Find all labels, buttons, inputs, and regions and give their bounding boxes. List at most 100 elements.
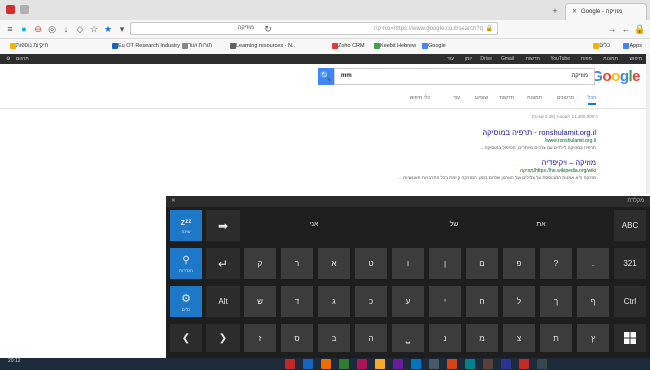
letter-key[interactable]: ט bbox=[355, 248, 387, 279]
gbar-item[interactable]: מפות bbox=[581, 54, 592, 64]
gbar-item[interactable]: חיפוש bbox=[630, 54, 643, 64]
letter-key[interactable]: פ bbox=[503, 248, 535, 279]
letter-key[interactable]: א bbox=[318, 248, 350, 279]
profile-icon[interactable] bbox=[6, 5, 15, 14]
letter-key[interactable]: נ bbox=[429, 324, 461, 352]
taskbar-app-icon[interactable] bbox=[339, 359, 349, 369]
bookmark-item[interactable]: כלים bbox=[591, 42, 610, 51]
letter-key[interactable]: ה bbox=[355, 324, 387, 352]
letter-key[interactable]: ץ bbox=[577, 324, 609, 352]
letter-key[interactable]: ם bbox=[466, 248, 498, 279]
reload-icon[interactable]: ↻ bbox=[262, 23, 274, 35]
gbar-translate[interactable]: תרגום bbox=[16, 54, 29, 64]
gbar-item[interactable]: עוד bbox=[447, 54, 454, 64]
bookmark-star-icon[interactable]: ★ bbox=[102, 23, 114, 35]
settings-icon[interactable]: ⚙ bbox=[6, 54, 10, 64]
letter-key[interactable]: ק bbox=[244, 248, 276, 279]
bookmark-item[interactable]: Learning resources - N.. bbox=[228, 42, 295, 51]
bookmark-item[interactable]: Google bbox=[420, 42, 446, 51]
taskbar-app-icon[interactable] bbox=[357, 359, 367, 369]
taskbar-app-icon[interactable] bbox=[303, 359, 313, 369]
tab-key[interactable]: ➡ bbox=[206, 210, 240, 241]
gbar-item[interactable]: Drive bbox=[480, 54, 492, 64]
letter-key[interactable]: ח bbox=[466, 286, 498, 317]
space-key[interactable]: ⎵ bbox=[392, 324, 424, 352]
taskbar-app-icon[interactable] bbox=[375, 359, 385, 369]
bookmark-item[interactable]: Apps bbox=[621, 42, 642, 51]
close-tab-icon[interactable]: ✕ bbox=[572, 4, 577, 21]
menu-icon[interactable] bbox=[20, 5, 29, 14]
search-input[interactable]: mm מוזיקה bbox=[334, 68, 595, 85]
tab-all[interactable]: הכל bbox=[587, 95, 596, 105]
result-title-link[interactable]: מוזיקה – ויקיפדיה bbox=[376, 158, 596, 168]
menu-icon[interactable]: ≡ bbox=[4, 23, 16, 35]
forward-icon[interactable]: ← bbox=[620, 23, 632, 35]
result-url[interactable]: www.ronshulamit.org.il/ bbox=[376, 138, 596, 145]
letter-key[interactable]: ר bbox=[281, 248, 313, 279]
taskbar-app-icon[interactable] bbox=[447, 359, 457, 369]
enter-key[interactable]: ↵ bbox=[206, 248, 240, 279]
settings-key[interactable]: ⚙ כלים bbox=[170, 286, 202, 317]
numbers-key[interactable]: 321 bbox=[614, 248, 646, 279]
letter-key[interactable]: ע bbox=[392, 286, 424, 317]
taskbar-app-icon[interactable] bbox=[393, 359, 403, 369]
page-search-field[interactable]: מוזיקה bbox=[138, 22, 258, 35]
letter-key[interactable]: ? bbox=[540, 248, 572, 279]
letter-key[interactable]: . bbox=[577, 248, 609, 279]
taskbar-app-icon[interactable] bbox=[285, 359, 295, 369]
abc-key[interactable]: ABC bbox=[614, 210, 646, 241]
letter-key[interactable]: י bbox=[429, 286, 461, 317]
taskbar-app-icon[interactable] bbox=[465, 359, 475, 369]
suggestion[interactable]: את bbox=[496, 209, 586, 239]
result-title-link[interactable]: ronshulamit.org.il - תרפיה במוסיקה bbox=[376, 128, 596, 138]
letter-key[interactable]: ל bbox=[503, 286, 535, 317]
letter-key[interactable]: צ bbox=[503, 324, 535, 352]
letter-key[interactable]: ד bbox=[281, 286, 313, 317]
dropdown-icon[interactable]: ▾ bbox=[116, 23, 128, 35]
bookmark-item[interactable]: Eu OT Research Industry bbox=[110, 42, 180, 51]
taskbar-app-icon[interactable] bbox=[501, 359, 511, 369]
taskbar-app-icon[interactable] bbox=[321, 359, 331, 369]
taskbar-app-icon[interactable] bbox=[411, 359, 421, 369]
bookmark-item[interactable]: Keebit Hebrew bbox=[372, 42, 416, 51]
clock[interactable]: 20:12 bbox=[8, 359, 21, 364]
gbar-item[interactable]: Gmail bbox=[501, 54, 514, 64]
extension-icon[interactable]: ◎ bbox=[46, 23, 58, 35]
letter-key[interactable]: כ bbox=[355, 286, 387, 317]
sleep-key[interactable]: zᶻᶻ שינה bbox=[170, 210, 202, 241]
new-tab-button[interactable]: + bbox=[548, 6, 562, 16]
tab-active[interactable]: ✕ Google - מוזיקה bbox=[565, 3, 647, 20]
pin-key[interactable]: ⚲ הגדרות bbox=[170, 248, 202, 279]
search-button[interactable]: 🔍 bbox=[318, 68, 334, 85]
bookmark-item[interactable]: Zoho CRM bbox=[330, 42, 365, 51]
gbar-item[interactable]: תמונות bbox=[603, 54, 618, 64]
taskbar-app-icon[interactable] bbox=[483, 359, 493, 369]
letter-key[interactable]: ב bbox=[318, 324, 350, 352]
taskbar-app-icon[interactable] bbox=[429, 359, 439, 369]
record-icon[interactable]: ⊖ bbox=[32, 23, 44, 35]
tab-search-tools[interactable]: כלי חיפוש bbox=[410, 95, 430, 101]
alt-key[interactable]: Alt bbox=[206, 286, 240, 317]
tab-videos[interactable]: סרטונים bbox=[557, 95, 574, 101]
star-icon[interactable]: ☆ bbox=[88, 23, 100, 35]
taskbar-app-icon[interactable] bbox=[537, 359, 547, 369]
letter-key[interactable]: ך bbox=[540, 286, 572, 317]
letter-key[interactable]: מ bbox=[466, 324, 498, 352]
letter-key[interactable]: ו bbox=[392, 248, 424, 279]
nav-left-key[interactable]: ❮ bbox=[170, 324, 202, 352]
tab-news[interactable]: חדשות bbox=[500, 95, 514, 101]
gbar-item[interactable]: יומן bbox=[465, 54, 472, 64]
tab-more[interactable]: עוד bbox=[453, 95, 460, 101]
letter-key[interactable]: ז bbox=[244, 324, 276, 352]
gbar-item[interactable]: YouTube bbox=[550, 54, 570, 64]
letter-key[interactable]: ף bbox=[577, 286, 609, 317]
skype-icon[interactable]: ● bbox=[18, 23, 30, 35]
letter-key[interactable]: ן bbox=[429, 248, 461, 279]
scrollbar[interactable] bbox=[646, 54, 650, 194]
windows-key[interactable] bbox=[614, 324, 646, 352]
letter-key[interactable]: ס bbox=[281, 324, 313, 352]
letter-key[interactable]: ת bbox=[540, 324, 572, 352]
gbar-item[interactable]: חדשות bbox=[526, 54, 540, 64]
tab-images[interactable]: תמונות bbox=[527, 95, 542, 101]
bookmark-item[interactable]: תורות ועוד bbox=[180, 42, 212, 51]
